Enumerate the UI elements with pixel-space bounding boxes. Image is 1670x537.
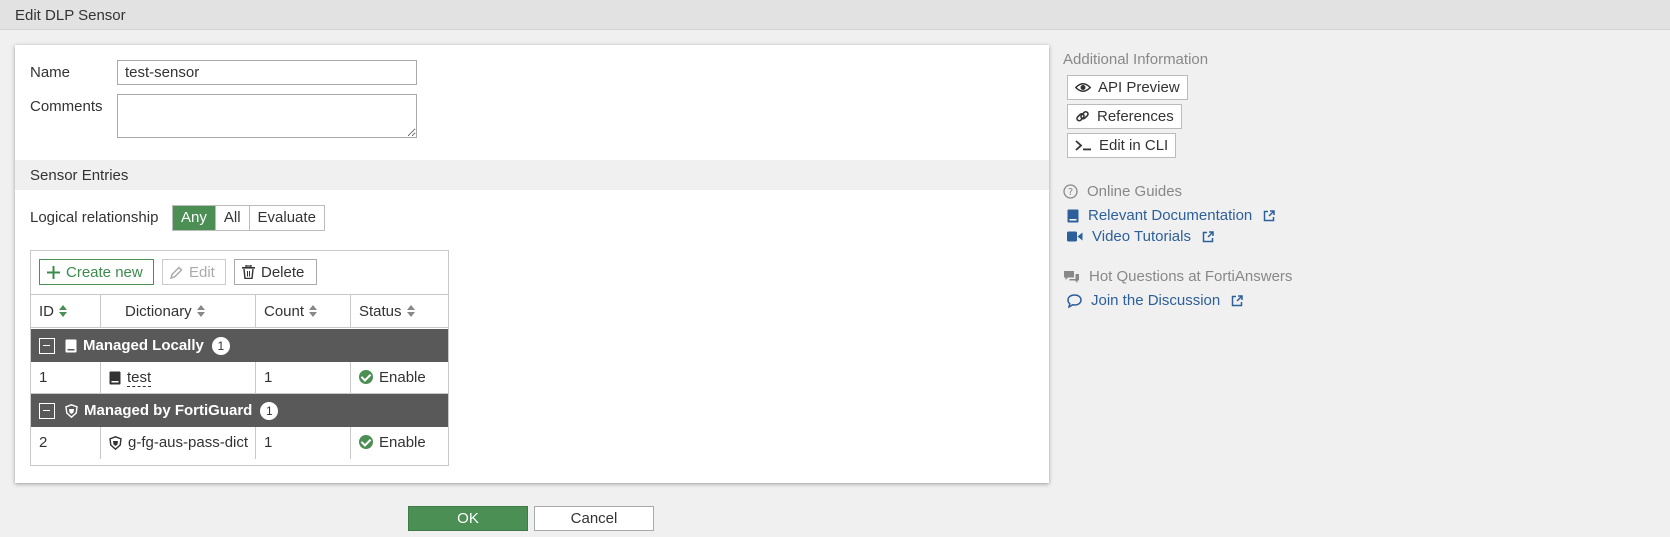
join-the-discussion-label: Join the Discussion <box>1091 292 1221 309</box>
book-icon <box>109 371 121 385</box>
column-header-dictionary[interactable]: Dictionary <box>101 295 256 328</box>
plus-icon <box>47 265 60 279</box>
delete-button[interactable]: Delete <box>234 259 317 285</box>
cancel-button[interactable]: Cancel <box>534 506 654 531</box>
check-circle-icon <box>359 370 373 384</box>
sort-icon <box>59 305 67 317</box>
video-tutorials-label: Video Tutorials <box>1092 228 1191 245</box>
comments-label: Comments <box>30 98 103 115</box>
dictionary-name: g-fg-aus-pass-dict <box>128 434 249 451</box>
book-icon <box>65 339 77 353</box>
cell-dictionary: g-fg-aus-pass-dict <box>101 427 256 459</box>
group-count-badge: 1 <box>260 401 279 420</box>
group-count-badge: 1 <box>211 336 230 355</box>
logical-evaluate-option[interactable]: Evaluate <box>248 206 324 230</box>
join-the-discussion-link[interactable]: Join the Discussion <box>1067 292 1243 309</box>
create-new-button[interactable]: Create new <box>39 259 154 285</box>
collapse-icon[interactable] <box>39 402 55 419</box>
group-header-managed-by-fortiguard: Managed by FortiGuard 1 <box>31 394 448 427</box>
cell-status: Enable <box>351 427 448 459</box>
column-header-id[interactable]: ID <box>31 295 101 328</box>
cell-dictionary: test <box>101 362 256 394</box>
column-header-count[interactable]: Count <box>256 295 351 328</box>
video-tutorials-link[interactable]: Video Tutorials <box>1067 228 1214 245</box>
api-preview-button[interactable]: API Preview <box>1067 75 1188 100</box>
hot-questions-title: Hot Questions at FortiAnswers <box>1089 268 1293 285</box>
edit-in-cli-label: Edit in CLI <box>1099 137 1169 154</box>
edit-in-cli-button[interactable]: Edit in CLI <box>1067 133 1177 158</box>
sort-icon <box>406 305 415 317</box>
shield-icon <box>109 435 122 450</box>
group-name: Managed Locally <box>83 337 204 354</box>
cell-count: 1 <box>256 427 351 459</box>
delete-label: Delete <box>261 263 305 281</box>
online-guides-header: ? Online Guides <box>1063 183 1182 200</box>
group-name: Managed by FortiGuard <box>84 402 253 419</box>
status-text: Enable <box>379 434 426 451</box>
cell-id: 1 <box>31 362 101 394</box>
speech-bubble-icon <box>1067 293 1082 308</box>
sensor-entries-table: Create new Edit Delete ID Dictionary Cou… <box>30 250 449 466</box>
sort-icon <box>309 305 318 317</box>
window-title: Edit DLP Sensor <box>0 0 1670 30</box>
cell-id: 2 <box>31 427 101 459</box>
shield-icon <box>65 403 78 418</box>
terminal-icon <box>1075 140 1092 151</box>
ok-button[interactable]: OK <box>408 506 528 531</box>
hot-questions-header: Hot Questions at FortiAnswers <box>1063 268 1292 285</box>
logical-relationship-label: Logical relationship <box>30 209 159 226</box>
check-circle-icon <box>359 435 373 449</box>
edit-button[interactable]: Edit <box>162 259 226 285</box>
comments-icon <box>1063 270 1080 284</box>
name-input[interactable] <box>117 60 417 85</box>
table-header: ID Dictionary Count Status <box>31 295 448 328</box>
video-camera-icon <box>1067 231 1083 242</box>
sensor-entries-header: Sensor Entries <box>15 160 1049 190</box>
dictionary-link[interactable]: test <box>127 369 152 387</box>
sort-icon <box>196 305 205 317</box>
column-header-status[interactable]: Status <box>351 295 448 328</box>
logical-any-option[interactable]: Any <box>173 206 215 230</box>
table-toolbar: Create new Edit Delete <box>31 251 448 295</box>
group-header-managed-locally: Managed Locally 1 <box>31 329 448 362</box>
collapse-icon[interactable] <box>39 337 55 354</box>
book-icon <box>1067 209 1079 223</box>
external-link-icon <box>1231 294 1243 307</box>
relevant-documentation-link[interactable]: Relevant Documentation <box>1067 207 1276 224</box>
link-icon <box>1075 109 1090 124</box>
logical-relationship-toggle: Any All Evaluate <box>172 205 325 231</box>
additional-information-title: Additional Information <box>1063 51 1209 68</box>
create-new-label: Create new <box>66 263 143 281</box>
logical-all-option[interactable]: All <box>214 206 249 230</box>
references-label: References <box>1097 108 1174 125</box>
cell-count: 1 <box>256 362 351 394</box>
table-row[interactable]: 1 test 1 Enable <box>31 362 448 394</box>
external-link-icon <box>1263 209 1276 222</box>
trash-icon <box>242 265 255 279</box>
online-guides-title: Online Guides <box>1087 183 1183 200</box>
comments-textarea[interactable] <box>117 94 417 138</box>
external-link-icon <box>1202 230 1214 243</box>
api-preview-label: API Preview <box>1098 79 1180 96</box>
svg-text:?: ? <box>1068 187 1073 198</box>
relevant-documentation-label: Relevant Documentation <box>1088 207 1253 224</box>
references-button[interactable]: References <box>1067 104 1182 129</box>
cell-status: Enable <box>351 362 448 394</box>
main-panel: Name Comments Sensor Entries Logical rel… <box>15 45 1049 483</box>
status-text: Enable <box>379 369 426 386</box>
eye-icon <box>1075 82 1091 93</box>
edit-label: Edit <box>189 263 215 281</box>
question-circle-icon: ? <box>1063 184 1078 199</box>
name-label: Name <box>30 64 71 81</box>
pencil-icon <box>170 265 183 279</box>
table-row[interactable]: 2 g-fg-aus-pass-dict 1 Enable <box>31 427 448 459</box>
